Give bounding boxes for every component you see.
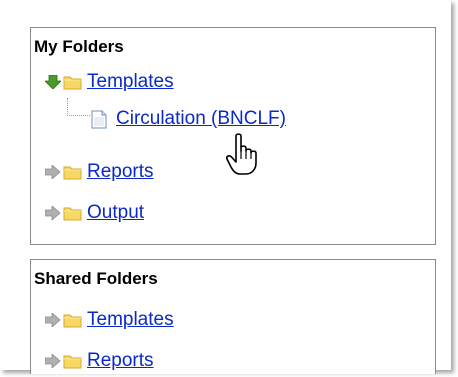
folder-icon [63,314,82,328]
folder-icon [63,355,82,369]
shared-folders-panel: Shared Folders Templates Reports [30,259,436,374]
document-icon [91,110,107,128]
collapsed-arrow-icon[interactable] [45,313,61,327]
collapsed-arrow-icon[interactable] [45,206,61,220]
folder-icon [63,76,82,90]
tree-item-reports[interactable]: Reports [45,159,154,185]
tree-item-templates[interactable]: Templates [45,69,174,95]
folder-icon [63,166,82,180]
hand-pointer-icon [226,133,257,175]
folder-link-reports[interactable]: Reports [87,161,154,183]
tree-item-circulation[interactable]: Circulation (BNCLF) [91,106,286,132]
tree-connector-line [67,98,90,116]
my-folders-title: My Folders [34,37,124,56]
folder-link-shared-reports[interactable]: Reports [87,350,154,372]
shared-folders-title: Shared Folders [34,269,158,288]
folder-link-templates[interactable]: Templates [87,71,174,93]
folder-link-output[interactable]: Output [87,202,144,224]
folder-icon [63,207,82,221]
expanded-arrow-icon[interactable] [45,75,61,89]
tree-item-shared-reports[interactable]: Reports [45,348,154,374]
folder-panel-frame: My Folders Templates Circulation (BNCLF) [0,0,451,374]
collapsed-arrow-icon[interactable] [45,354,61,368]
tree-item-output[interactable]: Output [45,200,144,226]
collapsed-arrow-icon[interactable] [45,165,61,179]
tree-item-shared-templates[interactable]: Templates [45,307,174,333]
report-link-circulation[interactable]: Circulation (BNCLF) [116,108,286,130]
folder-link-shared-templates[interactable]: Templates [87,309,174,331]
